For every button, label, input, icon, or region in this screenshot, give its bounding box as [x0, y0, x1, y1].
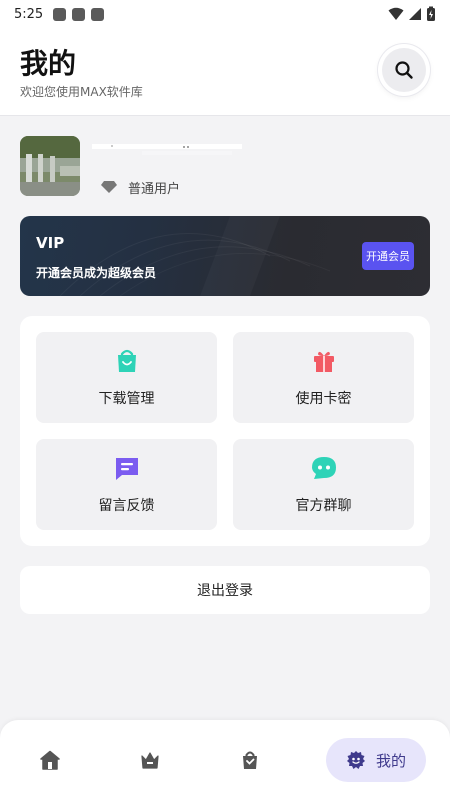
search-button[interactable] — [378, 44, 430, 96]
username-redacted — [92, 144, 242, 155]
avatar[interactable] — [20, 136, 80, 196]
menu-item-label: 下载管理 — [98, 391, 155, 407]
menu-item-label: 使用卡密 — [295, 391, 352, 407]
nav-item-label: 我的 — [375, 751, 406, 770]
bottom-nav: 我的 — [0, 720, 450, 800]
gift-icon — [314, 351, 334, 372]
vip-banner[interactable]: VIP 开通会员成为超级会员 开通会员 — [20, 216, 430, 296]
diamond-icon — [101, 181, 117, 193]
nav-item-crown[interactable] — [130, 738, 170, 782]
vip-title: VIP — [36, 234, 65, 252]
search-icon — [395, 61, 413, 79]
status-bar: 5:25 — [0, 0, 450, 28]
vip-description: 开通会员成为超级会员 — [36, 266, 157, 280]
logout-button[interactable]: 退出登录 — [20, 566, 430, 614]
header: 我的 欢迎您使用MAX软件库 — [0, 28, 450, 116]
menu-item-official-group[interactable]: 官方群聊 — [233, 439, 414, 530]
search-button-inner — [382, 48, 426, 92]
member-level-label: 普通用户 — [128, 181, 181, 197]
member-level: 普通用户 — [100, 178, 181, 197]
menu-item-download-management[interactable]: 下载管理 — [36, 332, 217, 423]
nav-item-shop[interactable] — [230, 738, 270, 782]
profile-icon — [346, 751, 365, 769]
app-notification-icon — [72, 7, 86, 21]
bag-icon — [243, 751, 257, 769]
wifi-icon — [388, 7, 404, 20]
menu-item-label: 官方群聊 — [295, 498, 352, 514]
app-notification-icon — [91, 7, 105, 21]
shopping-bag-icon — [118, 349, 136, 372]
nav-item-mine[interactable]: 我的 — [326, 738, 426, 782]
image-notification-icon — [53, 7, 67, 21]
crown-icon — [141, 752, 159, 769]
message-icon — [116, 458, 138, 480]
chat-icon — [312, 457, 336, 479]
menu-item-use-card-code[interactable]: 使用卡密 — [233, 332, 414, 423]
home-icon — [40, 750, 60, 770]
menu-card: 下载管理 使用卡密 留言反馈 官方群聊 — [20, 316, 430, 546]
page-title: 我的 — [20, 47, 77, 80]
menu-item-feedback[interactable]: 留言反馈 — [36, 439, 217, 530]
status-time: 5:25 — [14, 6, 44, 22]
signal-icon — [409, 8, 421, 20]
open-vip-button[interactable]: 开通会员 — [362, 242, 414, 270]
battery-icon — [427, 6, 435, 21]
status-indicators — [388, 6, 436, 22]
nav-item-home[interactable] — [30, 738, 70, 782]
page-subtitle: 欢迎您使用MAX软件库 — [20, 85, 143, 99]
avatar-image — [20, 136, 80, 196]
menu-item-label: 留言反馈 — [98, 498, 155, 514]
